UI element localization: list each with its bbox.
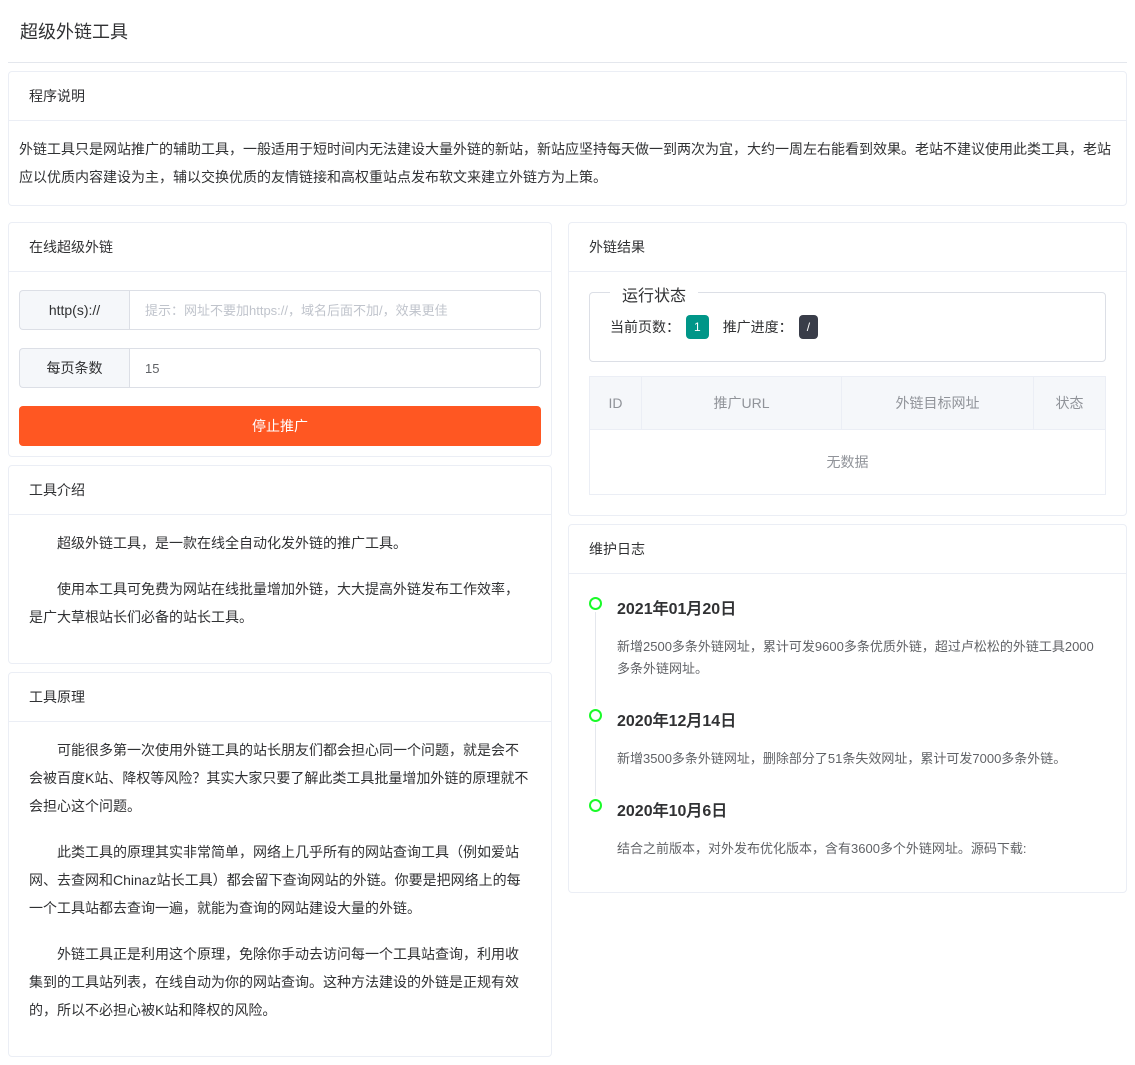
online-tool-header: 在线超级外链 <box>9 223 551 272</box>
principle-p3: 外链工具正是利用这个原理，免除你手动去访问每一个工具站查询，利用收集到的工具站列… <box>29 940 531 1024</box>
intro-card: 工具介绍 超级外链工具，是一款在线全自动化发外链的推广工具。 使用本工具可免费为… <box>8 465 552 664</box>
col-status: 状态 <box>1034 377 1106 430</box>
stop-promote-button[interactable]: 停止推广 <box>19 406 541 446</box>
intro-header: 工具介绍 <box>9 466 551 515</box>
online-tool-card: 在线超级外链 http(s):// 每页条数 停止推广 <box>8 222 552 457</box>
result-header: 外链结果 <box>569 223 1126 272</box>
progress-label: 推广进度： <box>723 313 793 341</box>
empty-text: 无数据 <box>590 430 1106 495</box>
principle-card: 工具原理 可能很多第一次使用外链工具的站长朋友们都会担心同一个问题，就是会不会被… <box>8 672 552 1057</box>
timeline-content: 新增2500多条外链网址，累计可发9600多条优质外链，超过卢松松的外链工具20… <box>617 636 1106 680</box>
intro-p1: 超级外链工具，是一款在线全自动化发外链的推广工具。 <box>29 529 531 557</box>
description-header: 程序说明 <box>9 72 1126 121</box>
col-target: 外链目标网址 <box>842 377 1034 430</box>
url-input[interactable] <box>129 290 541 330</box>
perpage-input[interactable] <box>129 348 541 388</box>
changelog-card: 维护日志 2021年01月20日 新增2500多条外链网址，累计可发9600多条… <box>568 524 1127 893</box>
timeline-item: 2020年10月6日 结合之前版本，对外发布优化版本，含有3600多个外链网址。… <box>617 796 1106 886</box>
timeline-node-icon <box>589 597 602 610</box>
timeline-content: 新增3500多条外链网址，删除部分了51条失效网址，累计可发7000多条外链。 <box>617 748 1106 770</box>
col-url: 推广URL <box>642 377 842 430</box>
status-fieldset: 运行状态 当前页数： 1 推广进度： / <box>589 292 1106 362</box>
timeline-date: 2020年12月14日 <box>617 706 1106 738</box>
principle-header: 工具原理 <box>9 673 551 722</box>
timeline-item: 2021年01月20日 新增2500多条外链网址，累计可发9600多条优质外链，… <box>617 594 1106 706</box>
perpage-label: 每页条数 <box>19 348 129 388</box>
timeline-content: 结合之前版本，对外发布优化版本，含有3600多个外链网址。源码下载: <box>617 838 1106 860</box>
changelog-timeline: 2021年01月20日 新增2500多条外链网址，累计可发9600多条优质外链，… <box>589 594 1106 886</box>
intro-p2: 使用本工具可免费为网站在线批量增加外链，大大提高外链发布工作效率，是广大草根站长… <box>29 575 531 631</box>
principle-p2: 此类工具的原理其实非常简单，网络上几乎所有的网站查询工具（例如爱站网、去查网和C… <box>29 838 531 922</box>
changelog-header: 维护日志 <box>569 525 1126 574</box>
current-page-label: 当前页数： <box>610 313 680 341</box>
current-page-value: 1 <box>686 315 709 339</box>
timeline-node-icon <box>589 799 602 812</box>
col-id: ID <box>590 377 642 430</box>
result-table: ID 推广URL 外链目标网址 状态 无数据 <box>589 376 1106 495</box>
progress-value: / <box>799 315 818 339</box>
url-prefix-label: http(s):// <box>19 290 129 330</box>
timeline-item: 2020年12月14日 新增3500多条外链网址，删除部分了51条失效网址，累计… <box>617 706 1106 796</box>
result-card: 外链结果 运行状态 当前页数： 1 推广进度： / ID 推广URL <box>568 222 1127 516</box>
timeline-node-icon <box>589 709 602 722</box>
description-card: 程序说明 外链工具只是网站推广的辅助工具，一般适用于短时间内无法建设大量外链的新… <box>8 71 1127 206</box>
principle-p1: 可能很多第一次使用外链工具的站长朋友们都会担心同一个问题，就是会不会被百度K站、… <box>29 736 531 820</box>
status-title: 运行状态 <box>610 281 698 313</box>
timeline-date: 2021年01月20日 <box>617 594 1106 626</box>
description-text: 外链工具只是网站推广的辅助工具，一般适用于短时间内无法建设大量外链的新站，新站应… <box>19 141 1111 185</box>
page-title: 超级外链工具 <box>8 0 1127 63</box>
timeline-date: 2020年10月6日 <box>617 796 1106 828</box>
